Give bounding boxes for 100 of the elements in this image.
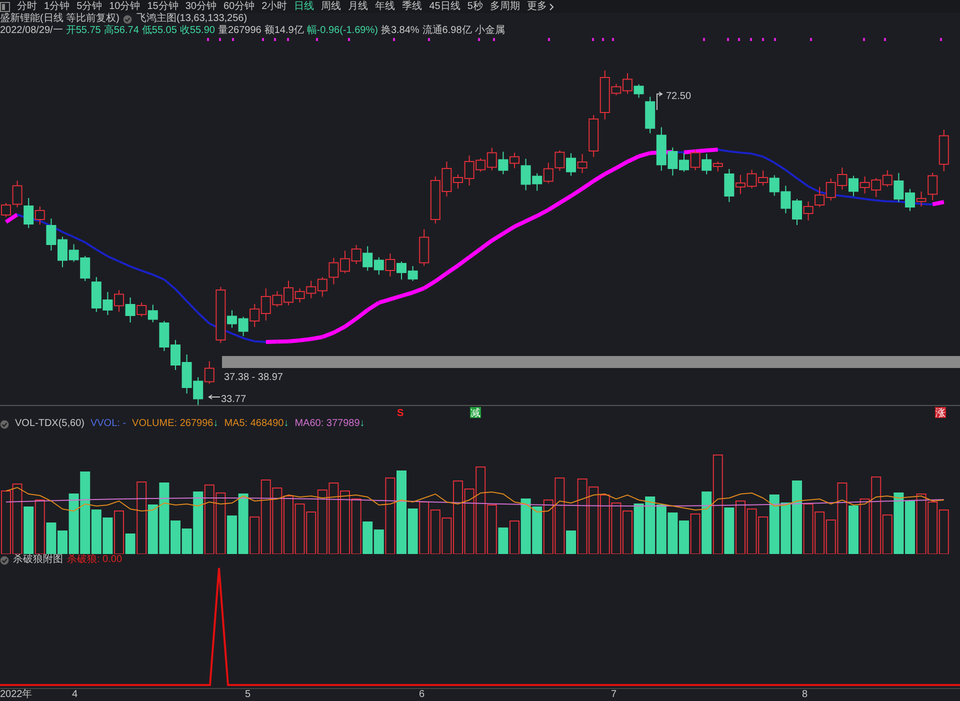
signal-marker: 涨 xyxy=(935,407,946,418)
trend-arrow: ↓ xyxy=(284,419,289,429)
volume-bar xyxy=(780,502,791,554)
candlestick xyxy=(837,167,848,190)
indicator-name: 杀破狼附图 xyxy=(13,555,63,565)
axis-label: 2022年 xyxy=(0,689,32,701)
quote-field: 小金属 xyxy=(474,26,505,36)
candlestick xyxy=(193,376,204,405)
volume-bar xyxy=(419,502,430,554)
period-tab[interactable]: 季线 xyxy=(402,2,422,12)
trend-arrow: ↓ xyxy=(213,419,218,429)
axis-label: 6 xyxy=(419,689,425,701)
period-tab[interactable]: 30分钟 xyxy=(185,2,216,12)
volume-bar xyxy=(905,500,915,554)
candlestick xyxy=(170,340,180,370)
axis-label: 4 xyxy=(72,689,78,701)
check-circle-icon[interactable] xyxy=(0,420,9,428)
candlestick xyxy=(396,260,406,280)
band-price-label: 37.38 - 38.97 xyxy=(224,372,283,383)
candlestick xyxy=(204,360,214,384)
leader-line xyxy=(208,394,220,400)
candlestick xyxy=(340,250,350,274)
chevron-right-icon xyxy=(548,2,554,10)
candlestick xyxy=(351,244,362,264)
panel-toggle-icon[interactable] xyxy=(0,2,10,12)
candlestick xyxy=(871,178,882,198)
candlestick xyxy=(543,162,554,184)
volume-bar xyxy=(464,488,474,554)
period-tab[interactable]: 周线 xyxy=(321,2,342,12)
volume-bar xyxy=(746,508,757,554)
candlestick xyxy=(250,304,260,328)
leader-line xyxy=(656,92,663,110)
candlestick xyxy=(306,280,316,299)
candlestick xyxy=(758,170,768,186)
more-button[interactable]: 更多 xyxy=(526,2,554,12)
volume-bar xyxy=(916,494,926,554)
quote-field: 2022/08/29/一 xyxy=(0,26,63,36)
volume-bar xyxy=(340,490,350,554)
candlestick xyxy=(860,176,870,194)
candlestick xyxy=(792,198,802,226)
volume-bar xyxy=(814,512,825,554)
indicator-value: MA5: 468490 xyxy=(224,419,284,429)
candlestick xyxy=(554,150,565,172)
indicator-value: 杀破狼: 0.00 xyxy=(67,555,122,565)
period-tab[interactable]: 15分钟 xyxy=(147,2,178,12)
volume-bar xyxy=(736,500,746,554)
period-tab[interactable]: 分时 xyxy=(17,2,37,12)
check-circle-icon[interactable] xyxy=(123,14,132,24)
period-tab[interactable]: 5分钟 xyxy=(76,2,102,12)
volume-bar xyxy=(430,510,440,554)
period-tab[interactable]: 多周期 xyxy=(490,2,520,12)
candlestick xyxy=(328,257,339,285)
volume-bar xyxy=(328,482,339,554)
candlestick xyxy=(374,256,384,276)
indicator-value: VVOL: - xyxy=(90,419,126,429)
quote-field: 幅-0.96(-1.69%) xyxy=(306,26,378,36)
candlestick xyxy=(238,316,248,337)
candlestick xyxy=(803,201,814,221)
candlestick xyxy=(430,176,440,224)
period-tab[interactable]: 月线 xyxy=(348,2,368,12)
period-tab[interactable]: 10分钟 xyxy=(109,2,140,12)
volume-bar xyxy=(588,486,599,554)
candlestick xyxy=(385,253,396,277)
period-tab[interactable]: 年线 xyxy=(375,2,396,12)
quote-field: 额14.9亿 xyxy=(264,26,304,36)
candlestick xyxy=(780,185,791,214)
quote-field: 量267996 xyxy=(218,26,262,36)
volume-bar xyxy=(600,494,610,554)
period-tab[interactable]: 60分钟 xyxy=(224,2,255,12)
volume-bar xyxy=(668,512,678,554)
volume-bar xyxy=(611,502,622,554)
volume-bar xyxy=(543,500,554,554)
candlestick xyxy=(317,276,328,298)
period-tab[interactable]: 5秒 xyxy=(467,2,483,12)
trend-arrow: ↓ xyxy=(360,419,365,429)
volume-bar xyxy=(622,510,632,554)
volume-bar xyxy=(532,506,542,554)
candlestick xyxy=(848,175,858,197)
volume-bar xyxy=(204,484,214,554)
quote-field: 高56.74 xyxy=(104,26,139,36)
high-price-label: 72.50 xyxy=(666,91,692,102)
period-tab[interactable]: 2小时 xyxy=(262,2,288,12)
quote-field: 收55.90 xyxy=(180,26,215,36)
period-tab[interactable]: 日线 xyxy=(294,2,314,12)
volume-bar xyxy=(284,496,294,554)
volume-bar xyxy=(294,504,305,554)
candlestick xyxy=(114,290,124,312)
period-tab[interactable]: 45日线 xyxy=(429,2,460,12)
indicator-value: VOLUME: 267996 xyxy=(132,419,214,429)
signal-marker: S xyxy=(397,408,404,418)
volume-bar xyxy=(938,510,949,554)
volume-bar xyxy=(1,490,11,554)
candlestick xyxy=(769,174,780,196)
candlestick xyxy=(80,255,90,282)
check-circle-icon[interactable] xyxy=(0,556,9,564)
axis-label: 8 xyxy=(802,689,808,701)
indicator-name: VOL-TDX(5,60) xyxy=(15,419,84,429)
quote-field: 开55.75 xyxy=(66,26,101,36)
period-tab[interactable]: 1分钟 xyxy=(44,2,70,12)
volume-bar xyxy=(645,496,656,554)
